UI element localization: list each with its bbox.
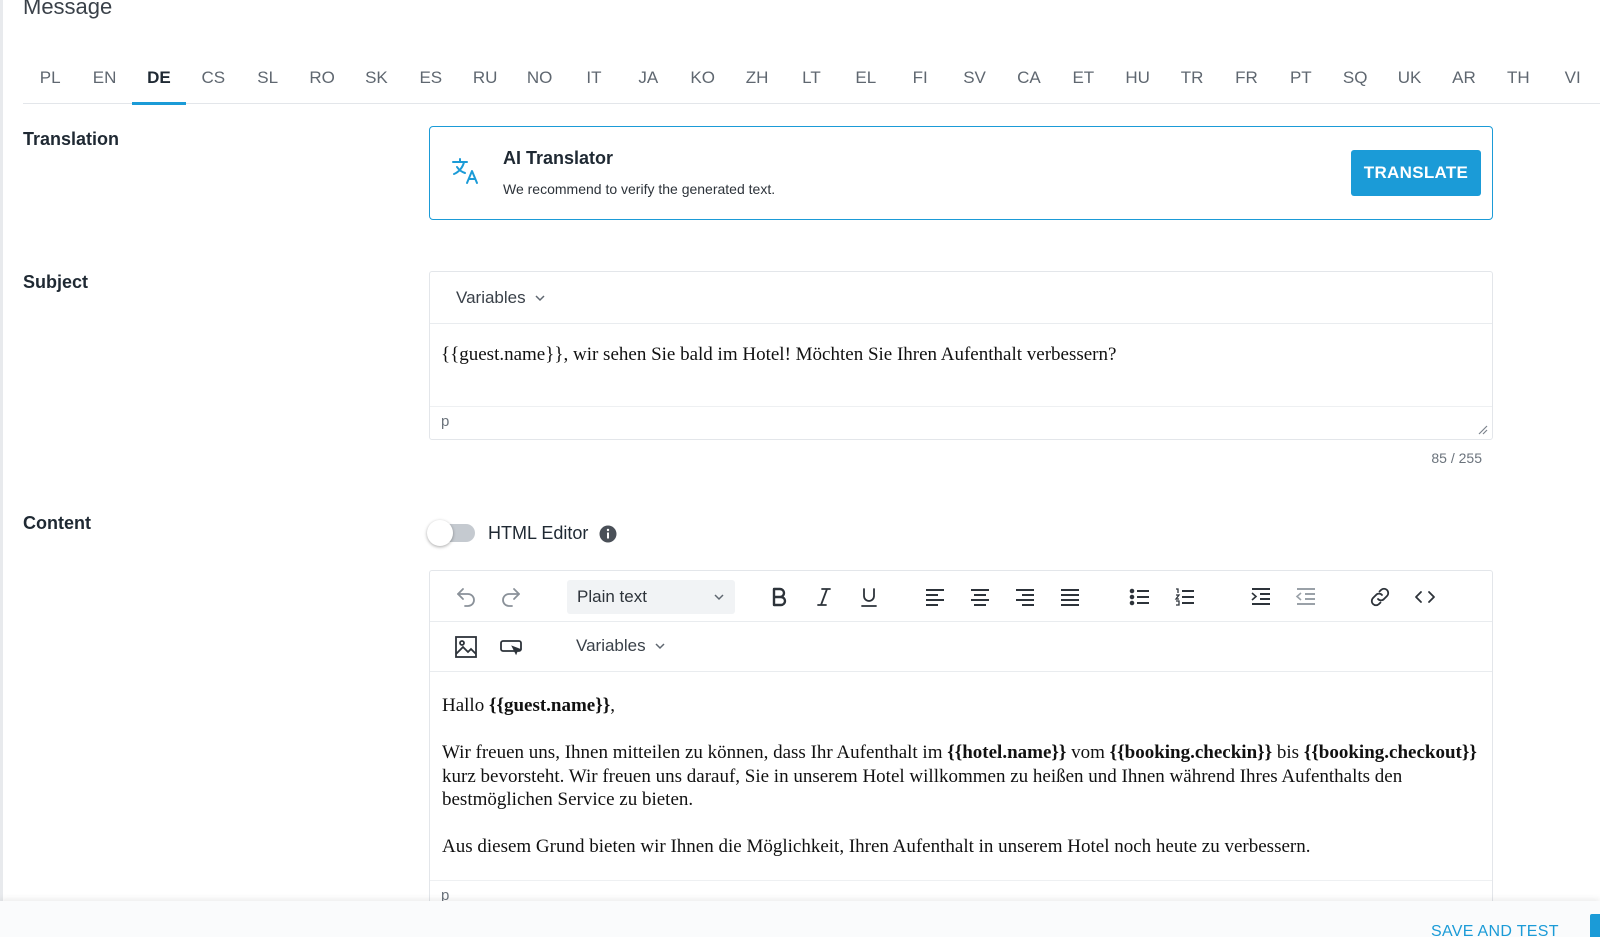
tab-lang-ru[interactable]: RU <box>458 52 512 104</box>
align-left-icon[interactable] <box>919 581 951 613</box>
subject-char-count: 85 / 255 <box>1431 450 1482 466</box>
save-and-test-button[interactable]: SAVE AND TEST <box>1431 923 1559 937</box>
tab-lang-ro[interactable]: RO <box>295 52 349 104</box>
italic-icon[interactable] <box>808 581 840 613</box>
tab-lang-es[interactable]: ES <box>404 52 458 104</box>
body-paragraph-greeting: Hallo {{guest.name}}, <box>442 695 615 716</box>
tab-lang-et[interactable]: ET <box>1056 52 1110 104</box>
resize-handle-icon[interactable] <box>1476 423 1488 435</box>
redo-icon[interactable] <box>495 581 527 613</box>
content-variables-label: Variables <box>576 636 646 655</box>
chevron-down-icon <box>535 294 545 301</box>
tab-lang-th[interactable]: TH <box>1491 52 1545 104</box>
align-center-icon[interactable] <box>964 581 996 613</box>
translate-button[interactable]: TRANSLATE <box>1351 150 1481 196</box>
code-icon[interactable] <box>1409 581 1441 613</box>
subject-variables-label: Variables <box>456 287 526 307</box>
html-editor-toggle[interactable] <box>427 520 475 546</box>
tab-lang-uk[interactable]: UK <box>1382 52 1436 104</box>
tab-lang-pl[interactable]: PL <box>23 52 77 104</box>
translate-icon <box>450 155 482 187</box>
toggle-knob <box>427 520 453 546</box>
numbered-list-icon[interactable] <box>1169 581 1201 613</box>
chevron-down-icon <box>655 643 665 650</box>
variable-token: {{hotel.name}} <box>947 742 1067 763</box>
tab-lang-sk[interactable]: SK <box>349 52 403 104</box>
tab-lang-ko[interactable]: KO <box>676 52 730 104</box>
left-edge-rule <box>0 0 3 937</box>
content-label: Content <box>23 513 91 533</box>
tab-lang-en[interactable]: EN <box>77 52 131 104</box>
subject-status-bar: p <box>430 406 1492 439</box>
tab-lang-vi[interactable]: VI <box>1546 52 1600 104</box>
tab-lang-sv[interactable]: SV <box>947 52 1001 104</box>
subject-editor: Variables {{guest.name}}, wir sehen Sie … <box>429 271 1493 440</box>
align-right-icon[interactable] <box>1009 581 1041 613</box>
bold-icon[interactable] <box>763 581 795 613</box>
image-icon[interactable] <box>450 631 482 663</box>
body-paragraph-main: Wir freuen uns, Ihnen mitteilen zu könne… <box>442 742 1477 810</box>
subject-element-path: p <box>441 413 450 430</box>
tab-lang-hu[interactable]: HU <box>1111 52 1165 104</box>
subject-input[interactable]: {{guest.name}}, wir sehen Sie bald im Ho… <box>441 344 1116 366</box>
block-format-value: Plain text <box>577 587 647 606</box>
underline-icon[interactable] <box>853 581 885 613</box>
tab-lang-cs[interactable]: CS <box>186 52 240 104</box>
tab-lang-fr[interactable]: FR <box>1219 52 1273 104</box>
align-justify-icon[interactable] <box>1054 581 1086 613</box>
tab-lang-it[interactable]: IT <box>567 52 621 104</box>
tab-lang-zh[interactable]: ZH <box>730 52 784 104</box>
save-button-edge[interactable] <box>1590 914 1600 937</box>
ai-translator-panel: AI Translator We recommend to verify the… <box>429 126 1493 220</box>
chevron-down-icon <box>714 594 724 601</box>
tab-lang-ja[interactable]: JA <box>621 52 675 104</box>
link-icon[interactable] <box>1364 581 1396 613</box>
undo-icon[interactable] <box>450 581 482 613</box>
subject-toolbar: Variables <box>430 272 1492 324</box>
tab-lang-sl[interactable]: SL <box>241 52 295 104</box>
content-body[interactable]: Hallo {{guest.name}}, Wir freuen uns, Ih… <box>442 694 1482 882</box>
bullet-list-icon[interactable] <box>1124 581 1156 613</box>
subject-variables-dropdown[interactable]: Variables <box>456 288 546 308</box>
variable-token: {{booking.checkin}} <box>1109 742 1273 763</box>
editor-toolbar-row-1: Plain text <box>430 571 1492 622</box>
variable-token: {{booking.checkout}} <box>1303 742 1477 763</box>
outdent-icon[interactable] <box>1290 581 1322 613</box>
tab-lang-pt[interactable]: PT <box>1274 52 1328 104</box>
tab-lang-ar[interactable]: AR <box>1437 52 1491 104</box>
tab-lang-de[interactable]: DE <box>131 52 187 105</box>
html-editor-label: HTML Editor <box>488 523 589 543</box>
block-format-select[interactable]: Plain text <box>567 580 735 614</box>
tab-lang-el[interactable]: EL <box>839 52 893 104</box>
indent-icon[interactable] <box>1245 581 1277 613</box>
editor-toolbar-row-2: Variables <box>430 622 1492 672</box>
tab-lang-tr[interactable]: TR <box>1165 52 1219 104</box>
tab-lang-no[interactable]: NO <box>512 52 566 104</box>
tab-lang-sq[interactable]: SQ <box>1328 52 1382 104</box>
variable-token: {{guest.name}} <box>488 695 611 716</box>
tab-lang-ca[interactable]: CA <box>1002 52 1056 104</box>
content-variables-dropdown[interactable]: Variables <box>576 636 666 656</box>
info-icon[interactable] <box>599 525 617 543</box>
translation-label: Translation <box>23 129 120 149</box>
language-tabs: PL EN DE CS SL RO SK ES RU NO IT JA KO ZH LT EL FI SV CA ET… <box>23 52 1600 105</box>
footer-bar: SAVE AND TEST <box>0 901 1600 937</box>
page-title: Message <box>23 0 113 19</box>
button-insert-icon[interactable] <box>495 631 527 663</box>
content-editor: Plain text Variables Hallo {{guest.name}… <box>429 570 1493 910</box>
tab-lang-lt[interactable]: LT <box>784 52 838 104</box>
ai-translator-subtitle: We recommend to verify the generated tex… <box>503 181 776 197</box>
ai-translator-title: AI Translator <box>503 148 614 168</box>
subject-label: Subject <box>23 272 89 292</box>
tab-lang-fi[interactable]: FI <box>893 52 947 104</box>
body-paragraph-offer: Aus diesem Grund bieten wir Ihnen die Mö… <box>442 836 1311 857</box>
